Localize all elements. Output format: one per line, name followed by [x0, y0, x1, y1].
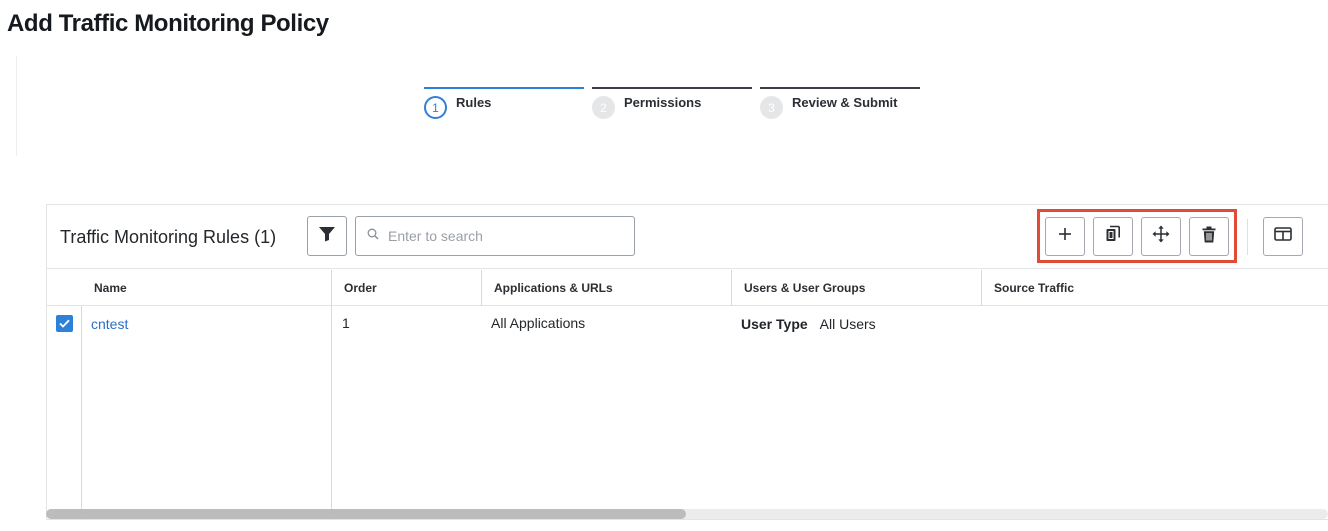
filter-button[interactable]: [307, 216, 347, 256]
column-header-source-traffic[interactable]: Source Traffic: [994, 270, 1074, 306]
wizard-stepper: 1 Rules 2 Permissions 3 Review & Submit: [424, 87, 920, 119]
search-input[interactable]: Enter to search: [355, 216, 635, 256]
column-divider: [81, 306, 82, 520]
left-divider: [16, 56, 17, 156]
column-divider: [331, 270, 332, 306]
scrollbar-thumb[interactable]: [46, 509, 686, 519]
columns-icon: [1274, 227, 1292, 246]
rule-name-link[interactable]: cntest: [91, 316, 128, 332]
filter-icon: [318, 226, 336, 247]
rule-order: 1: [342, 315, 350, 331]
column-header-users[interactable]: Users & User Groups: [744, 270, 865, 306]
add-rule-button[interactable]: [1045, 217, 1085, 256]
table-header-row: Name Order Applications & URLs Users & U…: [47, 270, 1328, 306]
column-divider: [731, 270, 732, 306]
user-type-value: All Users: [819, 316, 876, 332]
column-header-order[interactable]: Order: [344, 270, 377, 306]
column-header-applications[interactable]: Applications & URLs: [494, 270, 613, 306]
column-divider: [481, 270, 482, 306]
plus-icon: [1057, 226, 1073, 247]
horizontal-scrollbar[interactable]: [46, 509, 1328, 519]
column-divider: [331, 306, 332, 520]
rule-users: User Type All Users: [741, 316, 876, 332]
toolbar-divider: [1247, 219, 1248, 255]
step-number: 2: [592, 96, 615, 119]
page-title: Add Traffic Monitoring Policy: [7, 10, 329, 37]
move-icon: [1152, 225, 1170, 248]
clone-icon: [1105, 225, 1121, 248]
table-toolbar: Traffic Monitoring Rules (1) Enter to se…: [47, 205, 1328, 269]
checkmark-icon: [59, 315, 70, 333]
step-permissions[interactable]: 2 Permissions: [592, 87, 752, 119]
rules-table-panel: Traffic Monitoring Rules (1) Enter to se…: [46, 204, 1328, 520]
step-label: Permissions: [624, 95, 702, 110]
search-icon: [367, 227, 379, 245]
move-rule-button[interactable]: [1141, 217, 1181, 256]
column-divider: [981, 270, 982, 306]
step-label: Rules: [456, 95, 492, 110]
delete-rule-button[interactable]: [1189, 217, 1229, 256]
step-review-submit[interactable]: 3 Review & Submit: [760, 87, 920, 119]
search-placeholder: Enter to search: [388, 228, 483, 244]
step-number: 3: [760, 96, 783, 119]
trash-icon: [1202, 226, 1216, 248]
row-checkbox[interactable]: [56, 315, 73, 332]
column-settings-button[interactable]: [1263, 217, 1303, 256]
step-rules[interactable]: 1 Rules: [424, 87, 584, 119]
step-label: Review & Submit: [792, 95, 898, 110]
step-number: 1: [424, 96, 447, 119]
table-title: Traffic Monitoring Rules (1): [60, 227, 277, 247]
clone-rule-button[interactable]: [1093, 217, 1133, 256]
user-type-label: User Type: [741, 316, 808, 332]
column-header-name[interactable]: Name: [94, 270, 127, 306]
rule-applications: All Applications: [491, 315, 586, 331]
